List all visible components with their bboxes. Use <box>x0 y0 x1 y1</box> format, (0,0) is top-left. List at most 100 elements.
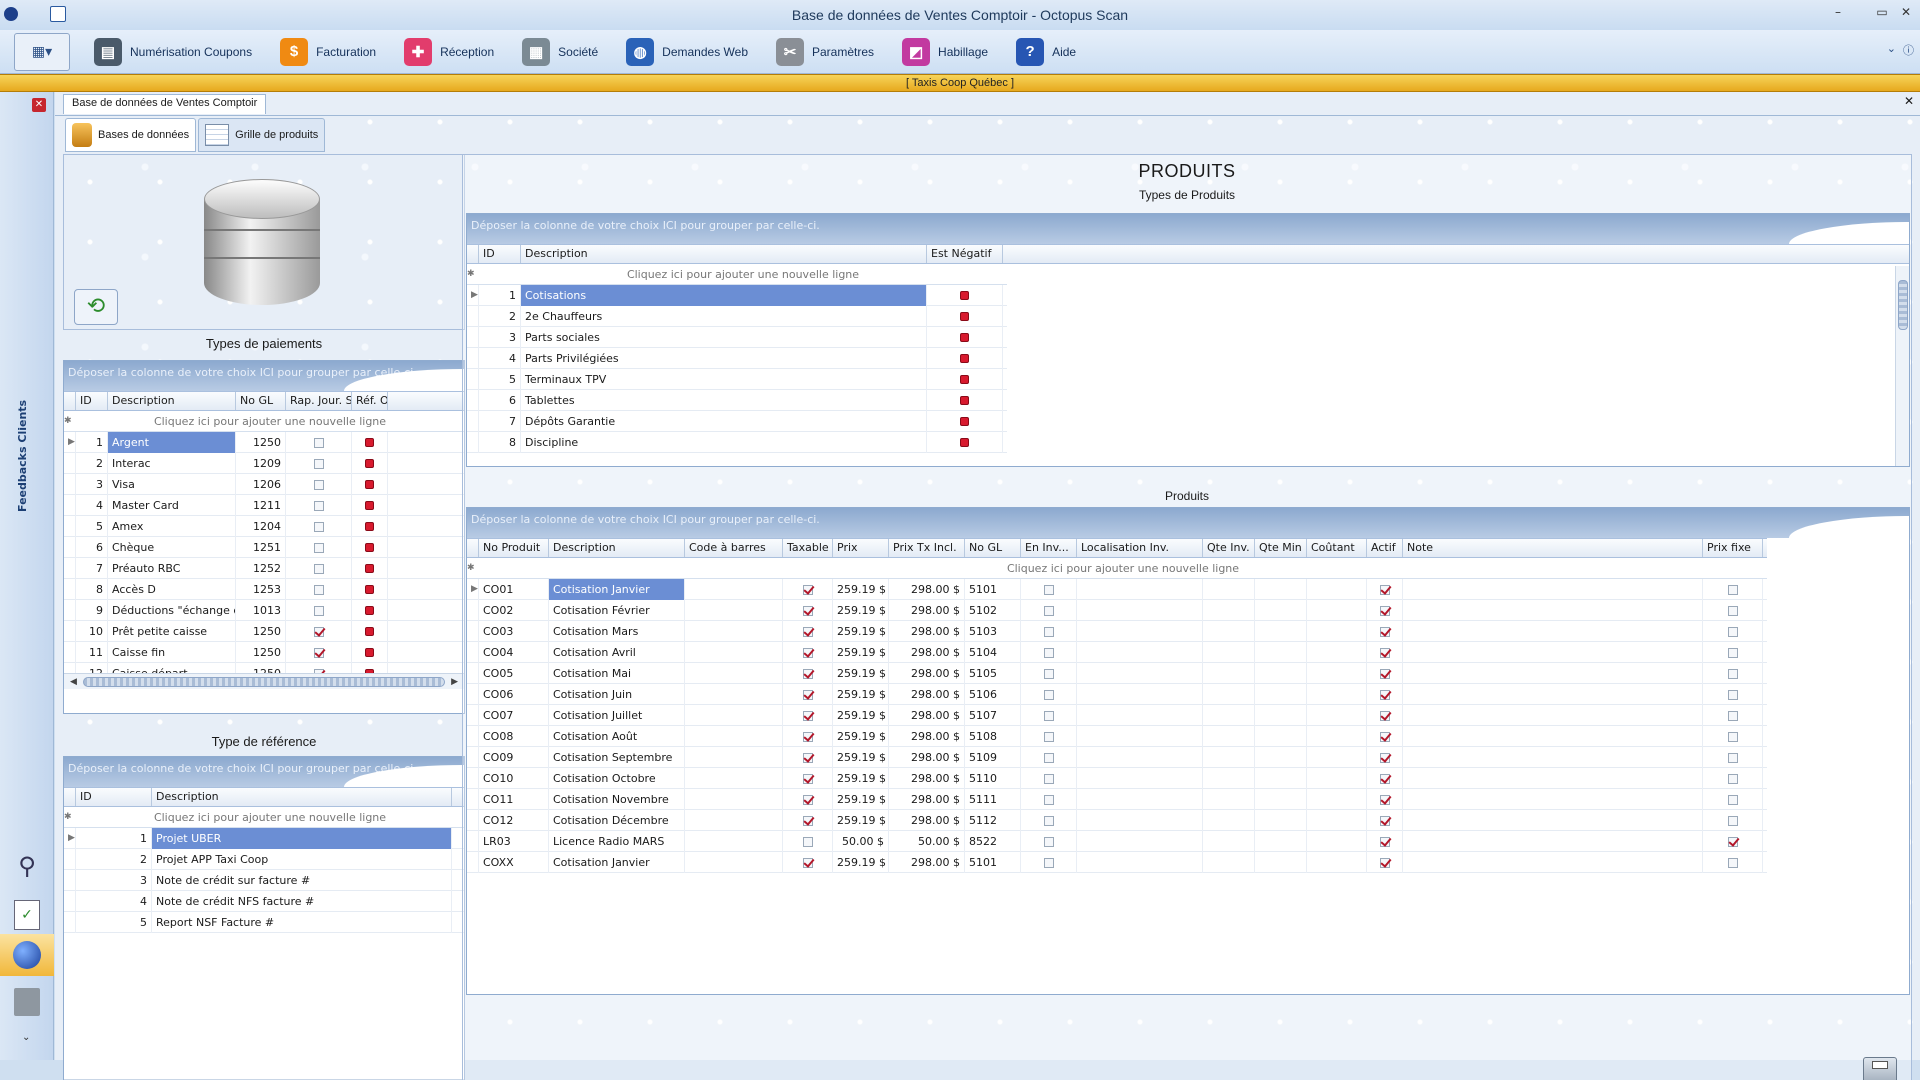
tax-checkbox[interactable] <box>802 815 813 826</box>
fixe-checkbox[interactable] <box>1727 731 1738 742</box>
flag-checkbox[interactable] <box>365 438 374 447</box>
new-row-button[interactable]: ✱ Cliquez ici pour ajouter une nouvelle l… <box>64 807 464 828</box>
payments-scrollbar[interactable]: ◀ ▶ <box>64 673 464 689</box>
fixe-checkbox[interactable] <box>1727 815 1738 826</box>
column-header[interactable]: Taxable <box>783 539 833 557</box>
inv-checkbox[interactable] <box>1043 815 1054 826</box>
tax-checkbox[interactable] <box>802 626 813 637</box>
column-header[interactable]: Actif <box>1367 539 1403 557</box>
actif-checkbox[interactable] <box>1379 752 1390 763</box>
actif-checkbox[interactable] <box>1379 731 1390 742</box>
column-header[interactable]: Code à barres <box>685 539 783 557</box>
actif-checkbox[interactable] <box>1379 836 1390 847</box>
tax-checkbox[interactable] <box>802 584 813 595</box>
table-row[interactable]: ▶ 1 Cotisations <box>467 284 1007 306</box>
ribbon-help-button[interactable]: ? Aide <box>1002 32 1090 72</box>
ribbon-invoice-dollar-button[interactable]: $ Facturation <box>266 32 390 72</box>
table-row[interactable]: 8 Discipline <box>467 431 1007 453</box>
flag-checkbox[interactable] <box>365 480 374 489</box>
table-row[interactable]: CO07 Cotisation Juillet 259.19 $298.00 $51… <box>467 704 1767 726</box>
flag-checkbox[interactable] <box>365 606 374 615</box>
table-row[interactable]: CO11 Cotisation Novembre 259.19 $298.00 $5… <box>467 788 1767 810</box>
app-menu-icon[interactable]: ▦▾ <box>14 32 70 71</box>
flag-checkbox[interactable] <box>365 501 374 510</box>
column-header[interactable]: ID <box>76 392 108 410</box>
table-row[interactable]: CO04 Cotisation Avril 259.19 $298.00 $5104 <box>467 641 1767 663</box>
fixe-checkbox[interactable] <box>1727 836 1738 847</box>
column-header[interactable]: Prix <box>833 539 889 557</box>
column-header[interactable]: En Inv... <box>1021 539 1077 557</box>
table-row[interactable]: 2 2e Chauffeurs <box>467 305 1007 327</box>
scroll-left-icon[interactable]: ◀ <box>70 677 77 687</box>
inv-checkbox[interactable] <box>1043 584 1054 595</box>
fixe-checkbox[interactable] <box>1727 794 1738 805</box>
tab-grille-de-produits[interactable]: Grille de produits <box>198 118 326 152</box>
ribbon-company-button[interactable]: ▦ Société <box>508 32 612 72</box>
actif-checkbox[interactable] <box>1379 689 1390 700</box>
ribbon-reception-button[interactable]: ✚ Réception <box>390 32 508 72</box>
inv-checkbox[interactable] <box>1043 668 1054 679</box>
table-row[interactable]: ▶ CO01 Cotisation Janvier 259.19 $298.00 $5… <box>467 578 1767 600</box>
inv-checkbox[interactable] <box>1043 626 1054 637</box>
column-header[interactable]: Description <box>549 539 685 557</box>
tax-checkbox[interactable] <box>802 731 813 742</box>
inv-checkbox[interactable] <box>1043 647 1054 658</box>
table-row[interactable]: ▶ 1 Argent 1250 <box>64 431 464 453</box>
document-tab[interactable]: Base de données de Ventes Comptoir <box>63 94 267 114</box>
column-header[interactable]: Note <box>1403 539 1703 557</box>
ribbon-scanner-button[interactable]: ▤ Numérisation Coupons <box>80 32 266 72</box>
rap-checkbox[interactable] <box>313 458 324 469</box>
actif-checkbox[interactable] <box>1379 710 1390 721</box>
flag-checkbox[interactable] <box>960 438 969 447</box>
actif-checkbox[interactable] <box>1379 626 1390 637</box>
fixe-checkbox[interactable] <box>1727 752 1738 763</box>
rap-checkbox[interactable] <box>313 563 324 574</box>
table-row[interactable]: 5 Terminaux TPV <box>467 368 1007 390</box>
inv-checkbox[interactable] <box>1043 836 1054 847</box>
scroll-right-icon[interactable]: ▶ <box>451 677 458 687</box>
refresh-button[interactable]: ⟲ <box>74 289 118 325</box>
column-header[interactable]: Prix Tx Incl. <box>889 539 965 557</box>
table-row[interactable]: CO09 Cotisation Septembre 259.19 $298.00 $… <box>467 746 1767 768</box>
actif-checkbox[interactable] <box>1379 647 1390 658</box>
inv-checkbox[interactable] <box>1043 752 1054 763</box>
actif-checkbox[interactable] <box>1379 584 1390 595</box>
fixe-checkbox[interactable] <box>1727 626 1738 637</box>
inv-checkbox[interactable] <box>1043 857 1054 868</box>
column-header[interactable]: Rap. Jour. S... <box>286 392 352 410</box>
rap-checkbox[interactable] <box>313 584 324 595</box>
collapse-ribbon-icon[interactable]: ⌄ <box>1887 42 1896 55</box>
table-row[interactable]: 3 Parts sociales <box>467 326 1007 348</box>
rap-checkbox[interactable] <box>313 647 324 658</box>
inv-checkbox[interactable] <box>1043 773 1054 784</box>
flag-checkbox[interactable] <box>365 648 374 657</box>
fixe-checkbox[interactable] <box>1727 647 1738 658</box>
table-row[interactable]: CO12 Cotisation Décembre 259.19 $298.00 $5… <box>467 809 1767 831</box>
column-header[interactable]: Description <box>108 392 236 410</box>
flag-checkbox[interactable] <box>365 459 374 468</box>
table-row[interactable]: CO08 Cotisation Août 259.19 $298.00 $5108 <box>467 725 1767 747</box>
tax-checkbox[interactable] <box>802 710 813 721</box>
more-nav-icon[interactable]: ⌄ <box>22 1032 30 1043</box>
close-tab-icon[interactable]: ✕ <box>1904 94 1914 108</box>
new-row-button[interactable]: ✱ Cliquez ici pour ajouter une nouvelle l… <box>467 264 1007 285</box>
column-header[interactable]: Réf. Ob <box>352 392 388 410</box>
ribbon-globe-button[interactable]: ◍ Demandes Web <box>612 32 762 72</box>
fixe-checkbox[interactable] <box>1727 668 1738 679</box>
globe-nav-button[interactable] <box>0 934 54 976</box>
close-window-button[interactable]: ✕ <box>1896 5 1916 19</box>
tax-checkbox[interactable] <box>802 773 813 784</box>
rap-checkbox[interactable] <box>313 479 324 490</box>
table-row[interactable]: CO05 Cotisation Mai 259.19 $298.00 $5105 <box>467 662 1767 684</box>
table-row[interactable]: 6 Chèque 1251 <box>64 536 464 558</box>
table-row[interactable]: 2 Projet APP Taxi Coop <box>64 848 464 870</box>
save-button[interactable] <box>1863 1057 1897 1080</box>
table-row[interactable]: 8 Accès D 1253 <box>64 578 464 600</box>
ribbon-palette-button[interactable]: ◩ Habillage <box>888 32 1002 72</box>
rap-checkbox[interactable] <box>313 521 324 532</box>
tax-checkbox[interactable] <box>802 752 813 763</box>
column-header[interactable]: No GL <box>965 539 1021 557</box>
maximize-button[interactable]: ▭ <box>1872 5 1892 19</box>
actif-checkbox[interactable] <box>1379 605 1390 616</box>
group-by-area[interactable]: Déposer la colonne de votre choix ICI po… <box>467 508 1909 538</box>
